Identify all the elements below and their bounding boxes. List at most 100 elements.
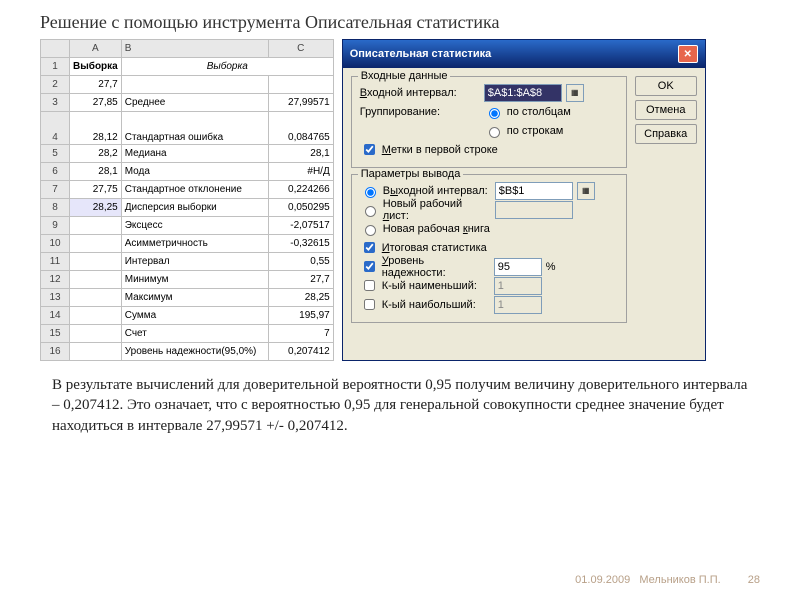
cell[interactable]: Минимум	[121, 271, 268, 289]
row-header[interactable]: 6	[41, 163, 70, 181]
range-picker-icon[interactable]: ▦	[577, 182, 595, 200]
cell[interactable]	[70, 325, 122, 343]
cell[interactable]: Мода	[121, 163, 268, 181]
col-header-a[interactable]: A	[70, 40, 122, 58]
row-header[interactable]: 8	[41, 199, 70, 217]
radio-new-book[interactable]	[365, 225, 376, 236]
cell[interactable]: 28,1	[70, 163, 122, 181]
row-header[interactable]: 7	[41, 181, 70, 199]
cell[interactable]	[121, 76, 268, 94]
row-header[interactable]: 4	[41, 112, 70, 145]
cell[interactable]: #Н/Д	[268, 163, 333, 181]
cell[interactable]: 0,084765	[268, 112, 333, 145]
cell[interactable]: Медиана	[121, 145, 268, 163]
radio-by-columns[interactable]	[489, 108, 500, 119]
radio-output-range[interactable]	[365, 187, 376, 198]
cell[interactable]: 7	[268, 325, 333, 343]
cell[interactable]: 0,050295	[268, 199, 333, 217]
radio-new-sheet[interactable]	[365, 206, 376, 217]
row-header[interactable]: 5	[41, 145, 70, 163]
cell[interactable]: Дисперсия выборки	[121, 199, 268, 217]
label-new-book: Новая рабочая книга	[383, 223, 490, 235]
input-range-field[interactable]	[484, 84, 562, 102]
row-header[interactable]: 3	[41, 94, 70, 112]
cell[interactable]: Выборка	[70, 58, 122, 76]
cell[interactable]: 27,7	[268, 271, 333, 289]
row-header[interactable]: 9	[41, 217, 70, 235]
dialog-titlebar[interactable]: Описательная статистика ✕	[343, 40, 705, 68]
group-output: Параметры вывода Выходной интервал: ▦ Но…	[351, 174, 627, 323]
range-picker-icon[interactable]: ▦	[566, 84, 584, 102]
cell[interactable]: 27,99571	[268, 94, 333, 112]
row-header[interactable]: 16	[41, 343, 70, 361]
row-header[interactable]: 12	[41, 271, 70, 289]
check-labels-first-row[interactable]	[364, 144, 375, 155]
cell[interactable]: Асимметричность	[121, 235, 268, 253]
cell[interactable]: Эксцесс	[121, 217, 268, 235]
cell[interactable]: 195,97	[268, 307, 333, 325]
legend-output: Параметры вывода	[358, 168, 464, 180]
col-header-c[interactable]: C	[268, 40, 333, 58]
cell[interactable]: -0,32615	[268, 235, 333, 253]
kth-largest-field	[494, 296, 542, 314]
cell[interactable]: -2,07517	[268, 217, 333, 235]
cell[interactable]	[70, 217, 122, 235]
cell[interactable]: Интервал	[121, 253, 268, 271]
result-text: В результате вычислений для доверительно…	[0, 361, 800, 436]
label-by-columns: по столбцам	[507, 106, 571, 118]
cell[interactable]: 28,1	[268, 145, 333, 163]
cell[interactable]: 0,207412	[268, 343, 333, 361]
check-summary[interactable]	[364, 242, 375, 253]
cell[interactable]: 28,2	[70, 145, 122, 163]
cell[interactable]: Уровень надежности(95,0%)	[121, 343, 268, 361]
ok-button[interactable]: OK	[635, 76, 697, 96]
cell[interactable]: 0,55	[268, 253, 333, 271]
output-range-field[interactable]	[495, 182, 573, 200]
cancel-button[interactable]: Отмена	[635, 100, 697, 120]
label-output-range: Выходной интервал:	[383, 185, 491, 197]
cell[interactable]: Сумма	[121, 307, 268, 325]
row-header[interactable]: 11	[41, 253, 70, 271]
radio-by-rows[interactable]	[489, 127, 500, 138]
close-icon[interactable]: ✕	[678, 45, 698, 63]
cell[interactable]	[70, 253, 122, 271]
cell[interactable]: Максимум	[121, 289, 268, 307]
cell[interactable]: 28,25	[268, 289, 333, 307]
help-button[interactable]: Справка	[635, 124, 697, 144]
row-header[interactable]: 13	[41, 289, 70, 307]
confidence-field[interactable]	[494, 258, 542, 276]
cell-selected[interactable]: 28,25	[70, 199, 122, 217]
cell[interactable]	[70, 271, 122, 289]
new-sheet-field	[495, 201, 573, 219]
cell[interactable]: Стандартная ошибка	[121, 112, 268, 145]
corner[interactable]	[41, 40, 70, 58]
cell[interactable]: 27,75	[70, 181, 122, 199]
cell[interactable]	[70, 289, 122, 307]
footer-date: 01.09.2009	[575, 574, 630, 586]
row-header[interactable]: 10	[41, 235, 70, 253]
row-header[interactable]: 1	[41, 58, 70, 76]
row-header[interactable]: 14	[41, 307, 70, 325]
check-kth-largest[interactable]	[364, 299, 375, 310]
cell[interactable]: Выборка	[121, 58, 333, 76]
row-header[interactable]: 15	[41, 325, 70, 343]
label-summary: Итоговая статистика	[382, 242, 487, 254]
dialog-title: Описательная статистика	[350, 48, 492, 60]
check-kth-smallest[interactable]	[364, 280, 375, 291]
cell[interactable]	[70, 307, 122, 325]
check-confidence[interactable]	[364, 261, 375, 272]
cell[interactable]	[268, 76, 333, 94]
cell[interactable]: 27,7	[70, 76, 122, 94]
col-header-b[interactable]: B	[121, 40, 268, 58]
cell[interactable]	[70, 343, 122, 361]
cell[interactable]: Среднее	[121, 94, 268, 112]
cell[interactable]: 28,12	[70, 112, 122, 145]
cell[interactable]: 27,85	[70, 94, 122, 112]
label-new-sheet: Новый рабочий лист:	[383, 198, 491, 222]
cell[interactable]	[70, 235, 122, 253]
page-title: Решение с помощью инструмента Описательн…	[0, 0, 800, 39]
row-header[interactable]: 2	[41, 76, 70, 94]
cell[interactable]: 0,224266	[268, 181, 333, 199]
cell[interactable]: Стандартное отклонение	[121, 181, 268, 199]
cell[interactable]: Счет	[121, 325, 268, 343]
